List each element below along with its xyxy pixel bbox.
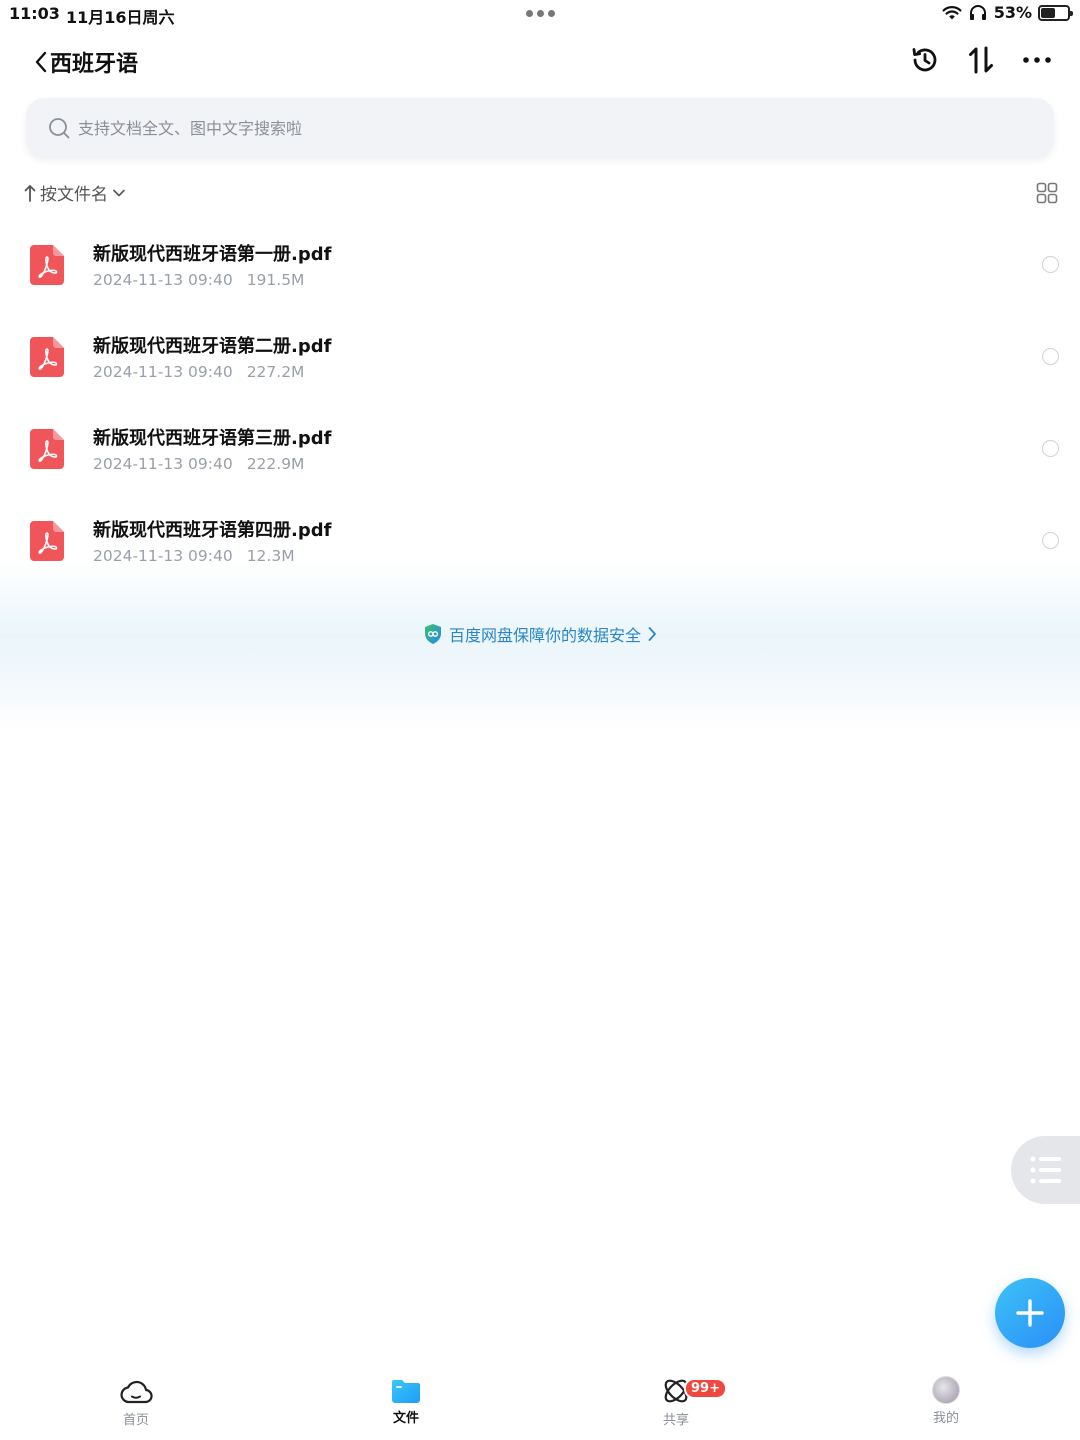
- file-name: 新版现代西班牙语第一册.pdf: [93, 244, 332, 265]
- notification-badge: 99+: [684, 1378, 727, 1399]
- file-size: 12.3M: [246, 547, 295, 565]
- transfer-icon: [969, 46, 993, 74]
- file-meta: 2024-11-13 09:40 191.5M: [93, 271, 304, 289]
- list-menu-button[interactable]: [1011, 1136, 1080, 1204]
- file-size: 191.5M: [246, 271, 305, 289]
- tab-label: 我的: [932, 1411, 959, 1426]
- file-row[interactable]: 新版现代西班牙语第一册.pdf 2024-11-13 09:40 191.5M: [0, 220, 1080, 312]
- more-icon: [1023, 57, 1051, 63]
- pdf-file-icon: [30, 429, 64, 469]
- arrow-up-icon: [24, 184, 36, 202]
- battery-percent: 53%: [993, 3, 1032, 22]
- avatar: [932, 1376, 960, 1404]
- security-banner-text: 百度网盘保障你的数据安全: [448, 626, 641, 645]
- sort-row: 按文件名: [24, 180, 1058, 208]
- status-date: 11月16日周六: [66, 8, 175, 27]
- file-date: 2024-11-13 09:40: [93, 547, 233, 565]
- tab-label: 首页: [122, 1413, 149, 1428]
- pdf-file-icon: [30, 245, 64, 285]
- page-title: 西班牙语: [50, 52, 139, 77]
- file-name: 新版现代西班牙语第二册.pdf: [93, 336, 332, 357]
- app-screen: 11:03 11月16日周六 53% 西班牙语 支持文档全文、图中文字搜索啦 按…: [0, 0, 1080, 1440]
- transfer-button[interactable]: [964, 42, 998, 78]
- file-row[interactable]: 新版现代西班牙语第三册.pdf 2024-11-13 09:40 222.9M: [0, 404, 1080, 496]
- grid-view-icon: [1036, 182, 1058, 204]
- grid-view-button[interactable]: [1036, 182, 1058, 208]
- more-button[interactable]: [1020, 42, 1054, 78]
- file-size: 227.2M: [246, 363, 305, 381]
- file-date: 2024-11-13 09:40: [93, 455, 233, 473]
- pdf-file-icon: [30, 337, 64, 377]
- select-checkbox[interactable]: [1042, 256, 1059, 273]
- list-icon: [1030, 1156, 1061, 1184]
- file-date: 2024-11-13 09:40: [93, 363, 233, 381]
- back-chevron-icon: [35, 51, 47, 73]
- cloud-home-icon: [120, 1380, 153, 1404]
- security-banner-link[interactable]: 百度网盘保障你的数据安全: [0, 622, 1080, 646]
- file-row[interactable]: 新版现代西班牙语第二册.pdf 2024-11-13 09:40 227.2M: [0, 312, 1080, 404]
- tab-home[interactable]: 首页: [96, 1376, 176, 1428]
- sort-label: 按文件名: [40, 185, 108, 205]
- plus-icon: [1016, 1299, 1044, 1327]
- history-icon: [912, 48, 937, 72]
- select-checkbox[interactable]: [1042, 440, 1059, 457]
- nav-header: 西班牙语: [0, 38, 1080, 84]
- file-name: 新版现代西班牙语第三册.pdf: [93, 428, 332, 449]
- select-checkbox[interactable]: [1042, 348, 1059, 365]
- tab-label: 文件: [392, 1411, 419, 1426]
- search-input[interactable]: [78, 118, 978, 138]
- multitask-dots-icon[interactable]: [526, 10, 555, 17]
- file-meta: 2024-11-13 09:40 222.9M: [93, 455, 304, 473]
- search-bar[interactable]: [26, 98, 1054, 158]
- tab-files[interactable]: 文件: [366, 1376, 446, 1426]
- bottom-tabbar: 首页 文件 共享 99+ 我的: [0, 1376, 1080, 1440]
- wifi-icon: [942, 5, 962, 19]
- back-button[interactable]: 西班牙语: [34, 46, 138, 78]
- history-button[interactable]: [908, 42, 942, 78]
- file-name: 新版现代西班牙语第四册.pdf: [93, 520, 332, 541]
- tab-label: 共享: [662, 1413, 689, 1428]
- file-size: 222.9M: [246, 455, 305, 473]
- battery-icon: [1038, 4, 1073, 21]
- tab-share[interactable]: 共享 99+: [636, 1376, 727, 1428]
- file-date: 2024-11-13 09:40: [93, 271, 233, 289]
- file-meta: 2024-11-13 09:40 227.2M: [93, 363, 304, 381]
- file-row[interactable]: 新版现代西班牙语第四册.pdf 2024-11-13 09:40 12.3M: [0, 496, 1080, 588]
- status-bar: 11:03 11月16日周六 53%: [0, 0, 1080, 28]
- pdf-file-icon: [30, 521, 64, 561]
- chevron-right-icon: [648, 627, 656, 641]
- status-right: 53%: [942, 3, 1073, 22]
- add-button[interactable]: [995, 1278, 1065, 1348]
- folder-icon: [392, 1380, 420, 1403]
- shield-icon: [424, 624, 441, 644]
- search-icon: [49, 118, 70, 139]
- status-time: 11:03: [9, 4, 60, 23]
- sort-button[interactable]: 按文件名: [24, 180, 126, 205]
- tab-me[interactable]: 我的: [906, 1376, 986, 1426]
- file-meta: 2024-11-13 09:40 12.3M: [93, 547, 295, 565]
- battery-fill: [1041, 7, 1055, 18]
- chevron-down-icon: [113, 189, 125, 196]
- select-checkbox[interactable]: [1042, 532, 1059, 549]
- headphones-icon: [969, 4, 986, 20]
- file-list: 新版现代西班牙语第一册.pdf 2024-11-13 09:40 191.5M 新…: [0, 220, 1080, 588]
